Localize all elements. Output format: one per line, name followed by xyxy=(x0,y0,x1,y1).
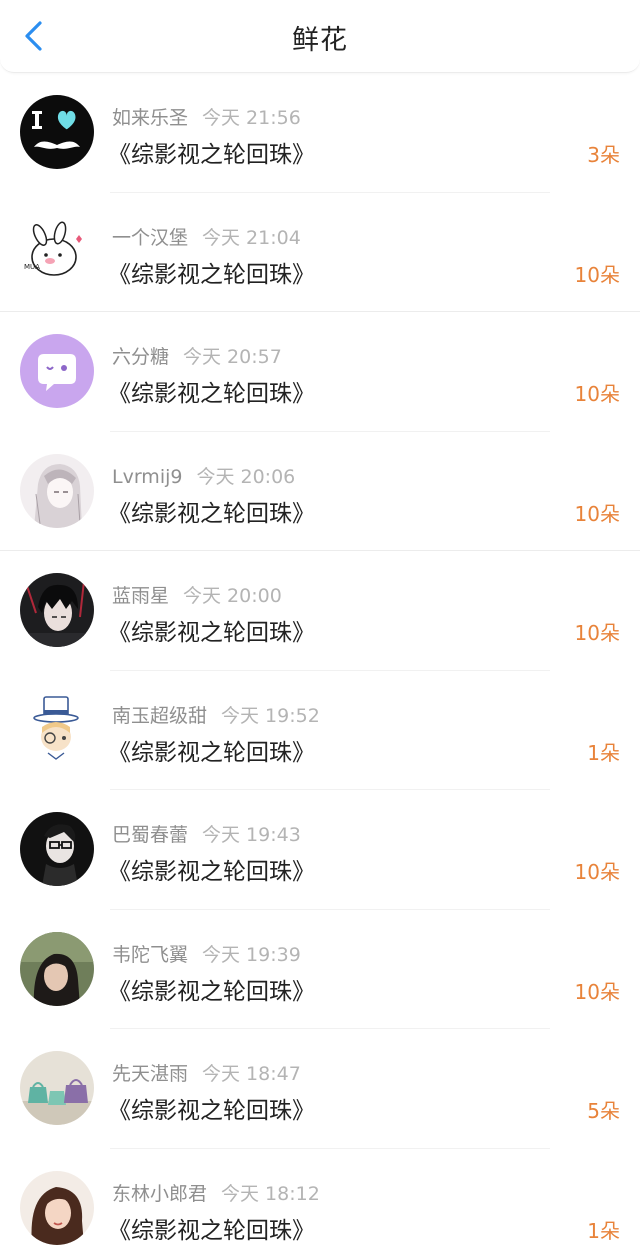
user-name[interactable]: 蓝雨星 xyxy=(112,585,169,607)
gift-time: 今天 19:39 xyxy=(202,943,301,966)
gift-time: 今天 21:04 xyxy=(202,226,301,249)
purple-chat-bubble-avatar[interactable] xyxy=(20,334,94,408)
list-item[interactable]: 六分糖 今天 20:57 《综影视之轮回珠》 10朵 xyxy=(0,312,640,432)
user-name[interactable]: 先天湛雨 xyxy=(112,1063,188,1085)
book-title[interactable]: 《综影视之轮回珠》 xyxy=(108,494,315,528)
list-item[interactable]: MUA 一个汉堡 今天 21:04 《综影视之轮回珠》 10朵 xyxy=(0,193,640,312)
gift-meta: 南玉超级甜 今天 19:52 xyxy=(112,701,320,728)
flower-count: 5朵 xyxy=(587,1099,620,1123)
flower-count: 3朵 xyxy=(587,143,620,167)
gift-meta: 六分糖 今天 20:57 xyxy=(112,342,282,369)
gift-meta: 一个汉堡 今天 21:04 xyxy=(112,223,301,250)
flower-count: 10朵 xyxy=(574,979,620,1004)
gift-time: 今天 21:56 xyxy=(202,107,301,129)
user-name[interactable]: 一个汉堡 xyxy=(112,227,188,249)
gift-meta: 先天湛雨 今天 18:47 xyxy=(112,1059,301,1086)
book-title[interactable]: 《综影视之轮回珠》 xyxy=(108,852,315,886)
gift-meta: Lvrmij9 今天 20:06 xyxy=(112,462,295,489)
flower-count: 1朵 xyxy=(587,740,620,765)
flower-count: 10朵 xyxy=(574,860,620,884)
i-love-mustache-avatar[interactable] xyxy=(20,95,94,169)
list-item[interactable]: 蓝雨星 今天 20:00 《综影视之轮回珠》 10朵 xyxy=(0,551,640,671)
list-item[interactable]: 巴蜀春蕾 今天 19:43 《综影视之轮回珠》 10朵 xyxy=(0,790,640,910)
list-item[interactable]: 韦陀飞翼 今天 19:39 《综影视之轮回珠》 10朵 xyxy=(0,910,640,1029)
user-name[interactable]: Lvrmij9 xyxy=(112,466,182,488)
flowers-page: 鲜花 如来乐圣 今天 21:56 《综影视之轮回珠》 3朵 MUA 一个汉堡 今… xyxy=(0,0,640,1249)
book-title[interactable]: 《综影视之轮回珠》 xyxy=(108,1211,315,1245)
bunny-cartoon-avatar[interactable]: MUA xyxy=(20,214,94,289)
girl-photo-avatar[interactable] xyxy=(20,931,94,1006)
top-bar: 鲜花 xyxy=(0,0,640,73)
list-item[interactable]: 如来乐圣 今天 21:56 《综影视之轮回珠》 3朵 xyxy=(0,73,640,193)
list-item[interactable]: Lvrmij9 今天 20:06 《综影视之轮回珠》 10朵 xyxy=(0,432,640,551)
anime-girl-sketch-avatar[interactable] xyxy=(20,453,94,528)
gift-time: 今天 20:57 xyxy=(183,346,282,368)
gift-meta: 韦陀飞翼 今天 19:39 xyxy=(112,940,301,967)
detective-cartoon-avatar[interactable] xyxy=(20,692,94,767)
user-name[interactable]: 东林小郎君 xyxy=(112,1183,207,1205)
handbags-photo-avatar[interactable] xyxy=(20,1051,94,1125)
flower-count: 1朵 xyxy=(587,1218,620,1243)
gift-meta: 东林小郎君 今天 18:12 xyxy=(112,1179,320,1206)
list-item[interactable]: 东林小郎君 今天 18:12 《综影视之轮回珠》 1朵 xyxy=(0,1149,640,1249)
book-title[interactable]: 《综影视之轮回珠》 xyxy=(108,733,315,767)
gift-time: 今天 19:52 xyxy=(221,704,320,727)
user-name[interactable]: 六分糖 xyxy=(112,346,169,368)
flower-count: 10朵 xyxy=(574,262,620,287)
list-item[interactable]: 南玉超级甜 今天 19:52 《综影视之轮回珠》 1朵 xyxy=(0,671,640,790)
user-name[interactable]: 巴蜀春蕾 xyxy=(112,824,188,846)
gift-time: 今天 19:43 xyxy=(202,824,301,846)
woman-portrait-avatar[interactable] xyxy=(20,1170,94,1245)
list-item[interactable]: 先天湛雨 今天 18:47 《综影视之轮回珠》 5朵 xyxy=(0,1029,640,1149)
book-title[interactable]: 《综影视之轮回珠》 xyxy=(108,255,315,289)
book-title[interactable]: 《综影视之轮回珠》 xyxy=(108,613,315,647)
gift-time: 今天 20:06 xyxy=(196,465,296,488)
gift-time: 今天 18:12 xyxy=(221,1182,320,1205)
flower-gift-list: 如来乐圣 今天 21:56 《综影视之轮回珠》 3朵 MUA 一个汉堡 今天 2… xyxy=(0,73,640,1249)
dark-anime-boy-avatar[interactable] xyxy=(20,573,94,647)
page-title: 鲜花 xyxy=(292,25,348,56)
gift-time: 今天 18:47 xyxy=(202,1063,301,1085)
user-name[interactable]: 如来乐圣 xyxy=(112,107,188,129)
gift-meta: 如来乐圣 今天 21:56 xyxy=(112,103,301,130)
glasses-boy-avatar[interactable] xyxy=(20,812,94,886)
gift-time: 今天 20:00 xyxy=(183,585,282,607)
book-title[interactable]: 《综影视之轮回珠》 xyxy=(108,1091,315,1125)
book-title[interactable]: 《综影视之轮回珠》 xyxy=(108,972,315,1006)
flower-count: 10朵 xyxy=(574,621,620,645)
user-name[interactable]: 韦陀飞翼 xyxy=(112,944,188,966)
book-title[interactable]: 《综影视之轮回珠》 xyxy=(108,135,315,169)
user-name[interactable]: 南玉超级甜 xyxy=(112,705,207,727)
svg-text:MUA: MUA xyxy=(24,263,40,271)
flower-count: 10朵 xyxy=(574,501,620,526)
book-title[interactable]: 《综影视之轮回珠》 xyxy=(108,374,315,408)
gift-meta: 巴蜀春蕾 今天 19:43 xyxy=(112,820,301,847)
gift-meta: 蓝雨星 今天 20:00 xyxy=(112,581,282,608)
flower-count: 10朵 xyxy=(574,382,620,406)
